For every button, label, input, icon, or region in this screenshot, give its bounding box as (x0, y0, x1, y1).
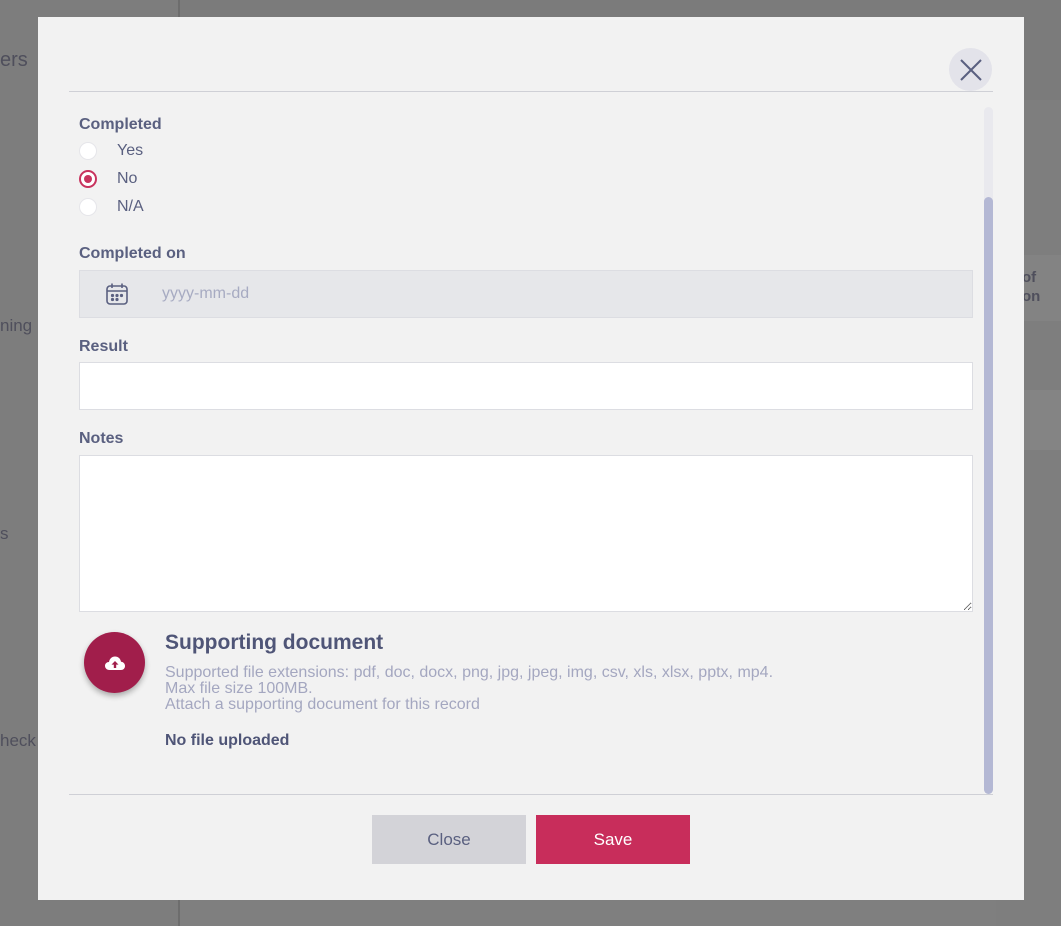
supporting-document-title: Supporting document (165, 631, 384, 654)
header-divider (69, 91, 993, 92)
scrollbar-thumb[interactable] (984, 197, 993, 794)
result-input[interactable] (79, 362, 973, 410)
close-icon (959, 58, 982, 81)
notes-textarea[interactable] (79, 455, 973, 612)
background-text: s (0, 524, 9, 543)
completed-on-date-field[interactable] (79, 270, 973, 318)
footer-divider (69, 794, 993, 795)
upload-hint-text: Attach a supporting document for this re… (165, 696, 480, 713)
radio-button[interactable] (79, 142, 97, 160)
completed-on-label: Completed on (79, 245, 186, 262)
max-file-size-text: Max file size 100MB. (165, 680, 313, 697)
save-button[interactable]: Save (536, 815, 690, 864)
upload-status: No file uploaded (165, 732, 290, 749)
cloud-upload-icon (104, 656, 125, 670)
close-button[interactable]: Close (372, 815, 526, 864)
radio-na[interactable]: N/A (79, 196, 144, 218)
radio-no[interactable]: No (79, 168, 137, 190)
radio-yes[interactable]: Yes (79, 140, 143, 162)
modal-close-button[interactable] (949, 48, 992, 91)
upload-info: Supported file extensions: pdf, doc, doc… (165, 665, 773, 713)
completed-label: Completed (79, 116, 162, 133)
modal-dialog: Completed Yes No N/A Completed on yyyy-m… (38, 17, 1024, 900)
radio-label: No (117, 170, 138, 187)
background-text: ning (0, 316, 33, 335)
notes-label: Notes (79, 430, 124, 447)
background-text: of (1022, 269, 1037, 286)
radio-label: N/A (117, 198, 144, 215)
radio-label: Yes (117, 142, 144, 159)
background-text: heck (0, 731, 36, 750)
radio-button[interactable] (79, 198, 97, 216)
upload-button[interactable] (84, 632, 145, 693)
supported-extensions-text: Supported file extensions: pdf, doc, doc… (165, 664, 774, 681)
calendar-icon[interactable] (104, 281, 130, 307)
completed-on-input[interactable] (160, 284, 864, 304)
radio-button[interactable] (79, 170, 97, 188)
background-text: on (1022, 288, 1041, 305)
result-label: Result (79, 338, 128, 355)
background-text: ers (0, 49, 28, 71)
